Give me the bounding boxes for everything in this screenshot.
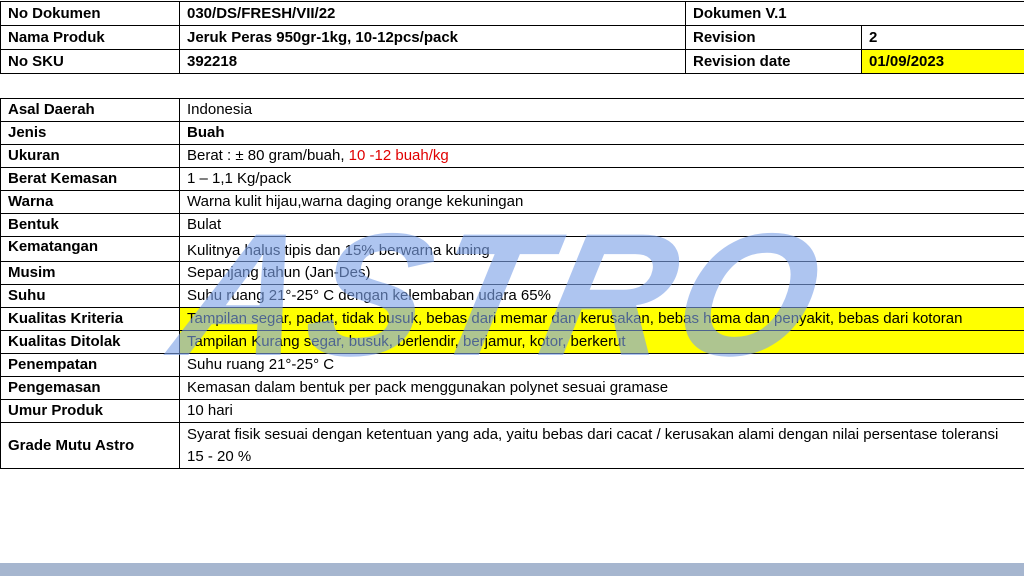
header-row-sku: No SKU 392218 Revision date 01/09/2023: [0, 49, 1024, 74]
spec-value-pengemasan: Kemasan dalam bentuk per pack menggunaka…: [179, 376, 1024, 400]
spec-row: Pengemasan Kemasan dalam bentuk per pack…: [0, 376, 1024, 400]
spec-label-musim: Musim: [0, 261, 180, 285]
spec-label-jenis: Jenis: [0, 121, 180, 145]
spec-label-grade: Grade Mutu Astro: [0, 422, 180, 469]
revision-date-value: 01/09/2023: [861, 49, 1024, 74]
spec-label-ukuran: Ukuran: [0, 144, 180, 168]
ukuran-weight: Berat : ± 80 gram/buah,: [187, 147, 349, 164]
spec-row: Musim Sepanjang tahun (Jan-Des): [0, 261, 1024, 285]
spec-label-berat: Berat Kemasan: [0, 167, 180, 191]
spec-label-penempatan: Penempatan: [0, 353, 180, 377]
doc-no-value: 030/DS/FRESH/VII/22: [179, 1, 686, 26]
spec-row: Umur Produk 10 hari: [0, 399, 1024, 423]
spec-value-ditolak: Tampilan Kurang segar, busuk, berlendir,…: [179, 330, 1024, 354]
spec-value-kriteria: Tampilan segar, padat, tidak busuk, beba…: [179, 307, 1024, 331]
spec-row: Asal Daerah Indonesia: [0, 98, 1024, 122]
spec-label-umur: Umur Produk: [0, 399, 180, 423]
spec-row: Bentuk Bulat: [0, 213, 1024, 237]
spec-row: Ukuran Berat : ± 80 gram/buah, 10 -12 bu…: [0, 144, 1024, 168]
spec-row: Jenis Buah: [0, 121, 1024, 145]
spec-value-warna: Warna kulit hijau,warna daging orange ke…: [179, 190, 1024, 214]
spec-label-kematangan: Kematangan: [0, 236, 180, 262]
spec-label-asal: Asal Daerah: [0, 98, 180, 122]
spec-value-grade: Syarat fisik sesuai dengan ketentuan yan…: [179, 422, 1024, 469]
spec-label-ditolak: Kualitas Ditolak: [0, 330, 180, 354]
revision-date-label: Revision date: [685, 49, 862, 74]
spec-value-umur: 10 hari: [179, 399, 1024, 423]
spec-row: Suhu Suhu ruang 21°-25° C dengan kelemba…: [0, 284, 1024, 308]
header-row-doc-no: No Dokumen 030/DS/FRESH/VII/22 Dokumen V…: [0, 1, 1024, 26]
document-header-table: No Dokumen 030/DS/FRESH/VII/22 Dokumen V…: [0, 1, 1024, 74]
spec-row: Penempatan Suhu ruang 21°-25° C: [0, 353, 1024, 377]
spec-label-suhu: Suhu: [0, 284, 180, 308]
spec-label-kriteria: Kualitas Kriteria: [0, 307, 180, 331]
spec-value-penempatan: Suhu ruang 21°-25° C: [179, 353, 1024, 377]
slide-bottom-bar: [0, 563, 1024, 576]
spec-row: Warna Warna kulit hijau,warna daging ora…: [0, 190, 1024, 214]
spec-value-ukuran: Berat : ± 80 gram/buah, 10 -12 buah/kg: [179, 144, 1024, 168]
spec-label-bentuk: Bentuk: [0, 213, 180, 237]
spec-value-musim: Sepanjang tahun (Jan-Des): [179, 261, 1024, 285]
spec-row: Grade Mutu Astro Syarat fisik sesuai den…: [0, 422, 1024, 469]
product-label: Nama Produk: [0, 25, 180, 50]
header-row-product: Nama Produk Jeruk Peras 950gr-1kg, 10-12…: [0, 25, 1024, 50]
spec-table: Asal Daerah Indonesia Jenis Buah Ukuran …: [0, 98, 1024, 469]
spec-row: Berat Kemasan 1 – 1,1 Kg/pack: [0, 167, 1024, 191]
revision-label: Revision: [685, 25, 862, 50]
spec-row: Kualitas Kriteria Tampilan segar, padat,…: [0, 307, 1024, 331]
spec-value-jenis: Buah: [179, 121, 1024, 145]
spec-value-asal: Indonesia: [179, 98, 1024, 122]
spec-value-kematangan: Kulitnya halus tipis dan 15% berwarna ku…: [179, 236, 1024, 262]
spec-label-pengemasan: Pengemasan: [0, 376, 180, 400]
sku-label: No SKU: [0, 49, 180, 74]
spec-value-suhu: Suhu ruang 21°-25° C dengan kelembaban u…: [179, 284, 1024, 308]
ukuran-count: 10 -12 buah/kg: [348, 147, 449, 164]
spec-label-warna: Warna: [0, 190, 180, 214]
spec-value-berat: 1 – 1,1 Kg/pack: [179, 167, 1024, 191]
sku-value: 392218: [179, 49, 686, 74]
spec-value-bentuk: Bulat: [179, 213, 1024, 237]
revision-value: 2: [861, 25, 1024, 50]
doc-version: Dokumen V.1: [685, 1, 1024, 26]
spec-row: Kualitas Ditolak Tampilan Kurang segar, …: [0, 330, 1024, 354]
spec-row: Kematangan Kulitnya halus tipis dan 15% …: [0, 236, 1024, 262]
doc-no-label: No Dokumen: [0, 1, 180, 26]
product-value: Jeruk Peras 950gr-1kg, 10-12pcs/pack: [179, 25, 686, 50]
